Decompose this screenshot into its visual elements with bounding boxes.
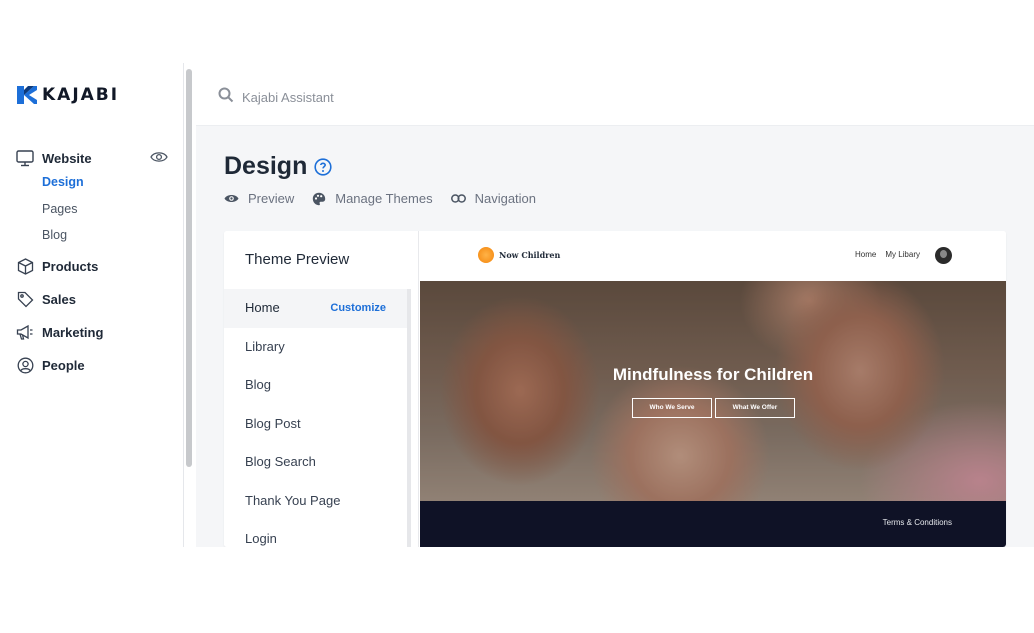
theme-page-home[interactable]: Home Customize [224,289,407,328]
help-icon[interactable] [314,158,332,176]
app-frame: KAJABI Website Design Pages Blog Product… [0,63,1034,547]
site-preview[interactable]: Now Children Home My Libary Mindfulness … [420,231,1006,547]
theme-page-blog[interactable]: Blog [224,366,407,405]
person-circle-icon [16,357,34,375]
sidebar-item-sales-label: Sales [42,292,76,307]
hero-title: Mindfulness for Children [612,365,814,384]
theme-page-thank-you[interactable]: Thank You Page [224,482,407,521]
theme-page-blog-search[interactable]: Blog Search [224,443,407,482]
site-nav: Home My Libary [855,250,920,259]
search-icon [218,87,234,108]
theme-pages-panel: Theme Preview Home Customize Library Blo… [224,231,419,547]
palette-icon [313,192,326,205]
sidebar-nav: Website Design Pages Blog Products Sales… [16,147,168,377]
theme-preview-card: Theme Preview Home Customize Library Blo… [224,231,1006,547]
sidebar-item-products-label: Products [42,259,99,274]
theme-page-library[interactable]: Library [224,328,407,367]
site-hero-image: Mindfulness for Children Who We Serve Wh… [420,281,1006,501]
theme-page-home-label: Home [245,300,280,315]
theme-page-login[interactable]: Login [224,520,407,547]
hero-buttons: Who We Serve What We Offer [632,398,795,418]
site-nav-my-library: My Libary [885,250,920,259]
kajabi-logo-text: KAJABI [42,85,120,105]
site-logo: Now Children [478,247,560,263]
manage-themes-action[interactable]: Manage Themes [312,191,433,206]
sidebar-item-people[interactable]: People [16,355,168,377]
assistant-search[interactable]: Kajabi Assistant [218,87,334,108]
sidebar-scrollbar[interactable] [186,69,192,467]
sidebar-subitem-design[interactable]: Design [16,169,168,196]
site-footer: Terms & Conditions [420,501,1006,547]
sidebar-item-website-label: Website [42,150,92,166]
site-nav-home: Home [854,250,877,259]
kajabi-logo-icon [17,86,37,104]
sidebar-item-marketing[interactable]: Marketing [16,322,168,344]
megaphone-icon [16,324,34,342]
navigation-action-label: Navigation [474,191,537,206]
customize-link[interactable]: Customize [330,289,386,328]
preview-action-label: Preview [248,191,295,206]
hero-button-who-we-serve: Who We Serve [632,398,712,418]
sidebar-item-people-label: People [42,358,85,373]
assistant-search-label: Kajabi Assistant [242,90,334,105]
view-site-eye-icon[interactable] [150,150,168,166]
hero-button-what-we-offer: What We Offer [715,398,795,418]
theme-preview-title: Theme Preview [245,251,350,268]
preview-action[interactable]: Preview [224,191,294,206]
sun-logo-icon [478,247,494,263]
sidebar-item-sales[interactable]: Sales [16,289,168,311]
link-icon [450,194,466,203]
sidebar: KAJABI Website Design Pages Blog Product… [0,63,184,547]
page-title: Design [224,152,308,180]
eye-icon [224,194,239,203]
main-content: Kajabi Assistant Design Preview Manage T… [196,63,1034,547]
site-header: Now Children Home My Libary [420,231,1006,281]
sidebar-subitem-blog[interactable]: Blog [16,222,168,249]
manage-themes-action-label: Manage Themes [335,191,433,206]
top-bar: Kajabi Assistant [196,63,1034,126]
sidebar-subitem-pages[interactable]: Pages [16,196,168,223]
design-actions: Preview Manage Themes Navigation [224,191,554,206]
avatar [935,247,952,264]
box-icon [16,258,34,276]
site-name: Now Children [499,250,561,260]
navigation-action[interactable]: Navigation [450,191,537,206]
footer-terms-link: Terms & Conditions [882,518,952,527]
theme-pages-scrollbar[interactable] [407,289,411,547]
kajabi-logo[interactable]: KAJABI [17,85,119,105]
theme-pages-list: Home Customize Library Blog Blog Post Bl… [224,289,407,547]
sidebar-item-website[interactable]: Website [16,147,168,169]
sidebar-item-marketing-label: Marketing [42,325,104,340]
monitor-icon [16,149,34,167]
sidebar-item-products[interactable]: Products [16,256,168,278]
tag-icon [16,291,34,309]
theme-page-blog-post[interactable]: Blog Post [224,405,407,444]
